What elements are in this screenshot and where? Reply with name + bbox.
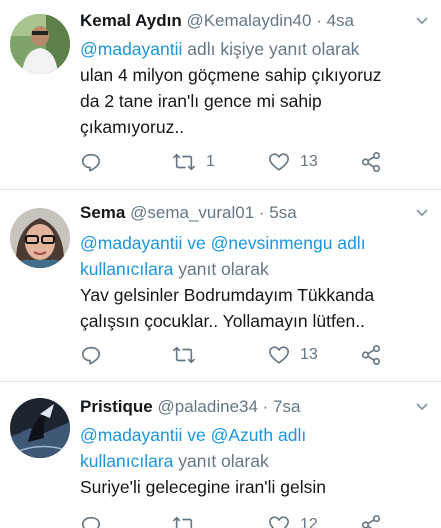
reply-icon (81, 153, 101, 172)
retweet-button[interactable]: 1 (172, 150, 215, 174)
tweet-text-line: ulan 4 milyon göçmene sahip çıkıyoruz (80, 65, 382, 85)
tweet-actions: 13 (80, 343, 390, 367)
tweet-actions: 1 13 (80, 150, 390, 174)
user-handle[interactable]: @paladine34 (157, 397, 257, 416)
reply-label: adlı (273, 425, 307, 445)
timestamp[interactable]: · 7sa (263, 397, 301, 416)
avatar[interactable] (10, 14, 70, 74)
timestamp[interactable]: · 4sa (316, 11, 354, 30)
reply-icon (81, 516, 101, 528)
display-name[interactable]: Pristique (80, 397, 153, 416)
retweet-button[interactable] (172, 513, 206, 528)
like-button[interactable]: 12 (268, 513, 318, 528)
share-button[interactable] (360, 150, 382, 174)
tweet-text-line: çıkamıyoruz.. (80, 117, 185, 137)
display-name[interactable]: Sema (80, 203, 125, 222)
tweet-actions: 12 (80, 513, 390, 528)
tweet[interactable]: Pristique @paladine34 · 7sa @madayantii … (0, 382, 441, 528)
retweet-icon (173, 346, 195, 364)
tweet-header: Sema @sema_vural01 · 5sa (80, 200, 297, 226)
like-icon (269, 153, 289, 171)
tweet-text-line: çalışsın çocuklar.. Yollamayın lütfen.. (80, 311, 366, 331)
chevron-down-icon[interactable] (415, 400, 429, 414)
reply-suffix: yanıt olarak (173, 259, 269, 279)
reply-button[interactable] (80, 150, 102, 174)
mention-link[interactable]: @Azuth (211, 425, 274, 445)
reply-context: @madayantii ve @nevsinmengu adlı kullanı… (80, 230, 366, 282)
reply-suffix: yanıt olarak (173, 451, 269, 471)
timestamp[interactable]: · 5sa (259, 203, 297, 222)
like-icon (269, 516, 289, 528)
share-icon (361, 345, 381, 365)
reply-conjunction: ve (182, 233, 211, 253)
tweet-text: Yav gelsinler Bodrumdayım Tükkanda çalış… (80, 282, 374, 334)
reply-button[interactable] (80, 513, 102, 528)
reply-context: @madayantii ve @Azuth adlı kullanıcılara… (80, 422, 306, 474)
reply-icon (81, 346, 101, 365)
share-icon (361, 515, 381, 528)
tweet-text: ulan 4 milyon göçmene sahip çıkıyoruz da… (80, 62, 382, 140)
recipients-link[interactable]: kullanıcılara (80, 451, 173, 471)
retweet-button[interactable] (172, 343, 206, 367)
reply-context: @madayantii adlı kişiye yanıt olarak (80, 36, 359, 62)
retweet-count: 1 (206, 153, 215, 170)
share-icon (361, 152, 381, 172)
tweet-text-line: Yav gelsinler Bodrumdayım Tükkanda (80, 285, 375, 305)
like-count: 13 (300, 346, 318, 363)
display-name[interactable]: Kemal Aydın (80, 11, 182, 30)
reply-label: adlı (332, 233, 366, 253)
like-icon (269, 346, 289, 364)
user-handle[interactable]: @Kemalaydin40 (186, 11, 311, 30)
tweet[interactable]: Sema @sema_vural01 · 5sa @madayantii ve … (0, 190, 441, 380)
mention-link[interactable]: @nevsinmengu (211, 233, 333, 253)
tweet-text-line: da 2 tane iran'lı gence mi sahip (80, 91, 322, 111)
tweet-header: Pristique @paladine34 · 7sa (80, 394, 300, 420)
reply-suffix: adlı kişiye yanıt olarak (182, 39, 360, 59)
mention-link[interactable]: @madayantii (80, 39, 182, 59)
tweet-header: Kemal Aydın @Kemalaydin40 · 4sa (80, 8, 354, 34)
retweet-icon (173, 516, 193, 528)
tweet-text-line: Suriye'li gelecegine iran'li gelsin (80, 477, 326, 497)
chevron-down-icon[interactable] (415, 206, 429, 220)
like-button[interactable]: 13 (268, 150, 318, 174)
avatar[interactable] (10, 208, 70, 268)
avatar[interactable] (10, 398, 70, 458)
tweet[interactable]: Kemal Aydın @Kemalaydin40 · 4sa @madayan… (0, 0, 441, 188)
share-button[interactable] (360, 513, 382, 528)
share-button[interactable] (360, 343, 382, 367)
retweet-icon (173, 153, 195, 171)
mention-link[interactable]: @madayantii (80, 425, 182, 445)
like-button[interactable]: 13 (268, 343, 318, 367)
tweet-text: Suriye'li gelecegine iran'li gelsin (80, 474, 326, 500)
reply-conjunction: ve (182, 425, 211, 445)
chevron-down-icon[interactable] (415, 14, 429, 28)
user-handle[interactable]: @sema_vural01 (130, 203, 254, 222)
like-count: 12 (300, 516, 318, 528)
recipients-link[interactable]: kullanıcılara (80, 259, 173, 279)
mention-link[interactable]: @madayantii (80, 233, 182, 253)
reply-button[interactable] (80, 343, 102, 367)
like-count: 13 (300, 153, 318, 170)
